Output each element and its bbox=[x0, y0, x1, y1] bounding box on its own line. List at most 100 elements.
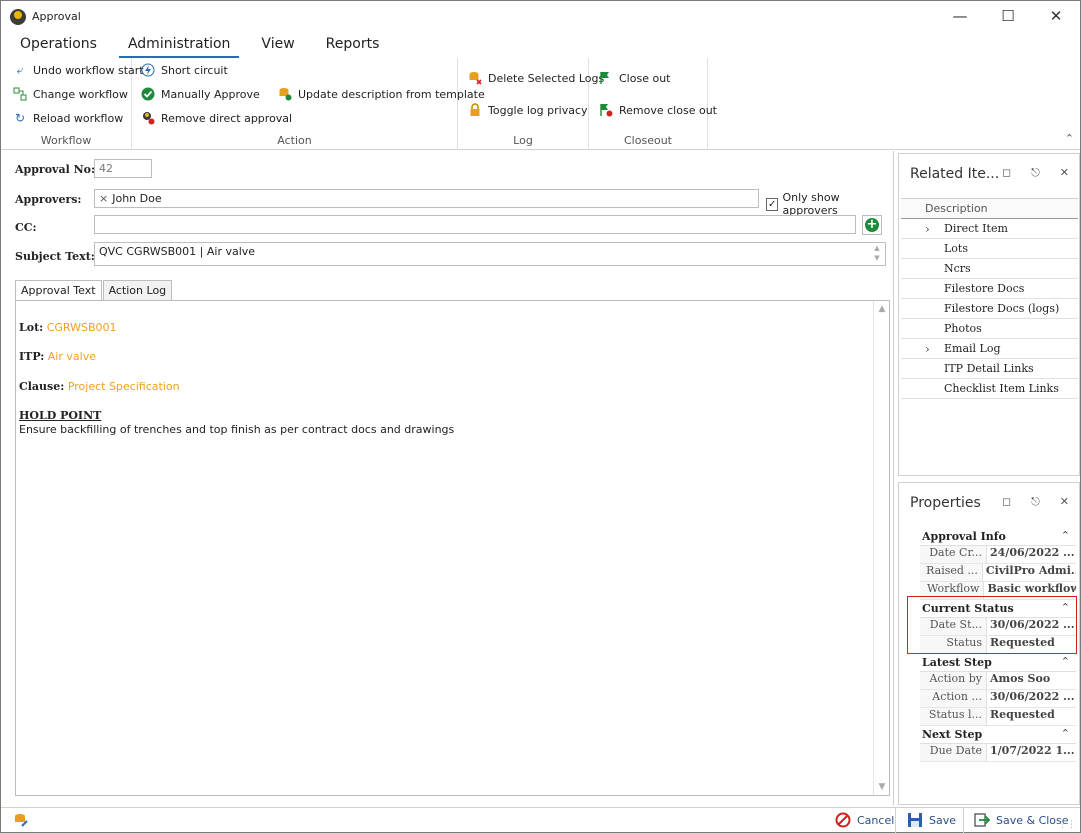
maximize-button[interactable]: ☐ bbox=[984, 1, 1032, 31]
pin-icon[interactable]: ⎋ bbox=[1031, 166, 1040, 180]
tab-administration[interactable]: Administration bbox=[118, 34, 240, 58]
finish-flag-icon bbox=[599, 71, 613, 85]
hold-point-heading: HOLD POINT bbox=[19, 409, 102, 422]
collapse-chevron-icon[interactable]: ⌃ bbox=[1061, 655, 1070, 668]
save-and-close-button[interactable]: Save & Close bbox=[974, 812, 1069, 828]
title-bar: Approval — ☐ ✕ bbox=[1, 1, 1080, 32]
workflow-change-icon bbox=[13, 87, 27, 101]
minimize-button[interactable]: — bbox=[936, 1, 984, 31]
ribbon-group-workflow: ⤶ Undo workflow start Change workflow ↻ … bbox=[1, 58, 144, 150]
float-panel-icon[interactable]: ◻ bbox=[1002, 166, 1011, 180]
editor-scrollbar[interactable]: ▲ ▼ bbox=[873, 301, 889, 795]
lock-icon bbox=[468, 103, 482, 117]
float-panel-icon[interactable]: ◻ bbox=[1002, 495, 1011, 509]
clause-link[interactable]: Project Specification bbox=[68, 380, 180, 393]
collapse-ribbon-icon[interactable]: ⌃ bbox=[1065, 132, 1074, 145]
remove-chip-icon[interactable]: × bbox=[99, 192, 108, 205]
tab-view[interactable]: View bbox=[252, 34, 303, 58]
cancel-button[interactable]: Cancel bbox=[835, 812, 894, 828]
related-item-filestore-docs-logs[interactable]: Filestore Docs (logs) bbox=[901, 299, 1078, 319]
lot-link[interactable]: CGRWSB001 bbox=[47, 321, 117, 334]
undo-workflow-start-button[interactable]: ⤶ Undo workflow start bbox=[13, 63, 144, 77]
expand-chevron-icon[interactable]: › bbox=[901, 222, 930, 236]
approval-no-field[interactable]: 42 bbox=[94, 159, 152, 178]
subject-text-field[interactable]: QVC CGRWSB001 | Air valve bbox=[94, 242, 886, 266]
template-update-icon bbox=[278, 87, 292, 101]
itp-link[interactable]: Air valve bbox=[48, 350, 96, 363]
close-out-button[interactable]: Close out bbox=[599, 71, 670, 85]
category-next-step[interactable]: Next Step ⌃ bbox=[920, 726, 1076, 744]
collapse-chevron-icon[interactable]: ⌃ bbox=[1061, 529, 1070, 542]
collapse-chevron-icon[interactable]: ⌃ bbox=[1061, 727, 1070, 740]
status-divider bbox=[895, 808, 896, 833]
hold-point-instruction: Ensure backfilling of trenches and top f… bbox=[19, 423, 455, 436]
cc-label: CC: bbox=[15, 221, 37, 234]
remove-close-out-button[interactable]: Remove close out bbox=[599, 103, 717, 117]
status-bar: Cancel Save Save & Close ⋮⋮ bbox=[1, 807, 1080, 833]
close-window-button[interactable]: ✕ bbox=[1032, 1, 1080, 31]
only-show-approvers-checkbox[interactable]: ✓ Only show approvers bbox=[766, 191, 893, 217]
approval-window: Approval — ☐ ✕ Operations Administration… bbox=[0, 0, 1081, 833]
plus-circle-icon: + bbox=[865, 217, 879, 232]
related-items-header: Related Ite... ◻ ⎋ ✕ bbox=[910, 166, 1069, 182]
ribbon-group-title-workflow: Workflow bbox=[40, 134, 92, 147]
description-column-header[interactable]: Description bbox=[901, 199, 1078, 219]
save-button[interactable]: Save bbox=[907, 812, 956, 828]
subject-spinner[interactable]: ▲ ▼ bbox=[869, 243, 885, 265]
property-row[interactable]: Action by Amos Soo bbox=[920, 672, 1076, 690]
related-item-itp-detail-links[interactable]: ITP Detail Links bbox=[901, 359, 1078, 379]
tab-action-log[interactable]: Action Log bbox=[102, 280, 173, 301]
properties-header: Properties ◻ ⎋ ✕ bbox=[910, 495, 1069, 511]
reload-icon: ↻ bbox=[14, 111, 26, 125]
property-row[interactable]: Due Date 1/07/2022 1... bbox=[920, 744, 1076, 762]
approval-text-editor[interactable]: Lot: CGRWSB001 ITP: Air valve Clause: Pr… bbox=[15, 300, 890, 796]
scroll-down-icon[interactable]: ▼ bbox=[874, 782, 890, 792]
delete-selected-logs-button[interactable]: Delete Selected Logs bbox=[468, 71, 604, 85]
window-controls: — ☐ ✕ bbox=[936, 1, 1080, 31]
toggle-log-privacy-button[interactable]: Toggle log privacy bbox=[468, 103, 588, 117]
update-description-button[interactable]: Update description from template bbox=[278, 87, 485, 101]
edit-template-icon[interactable] bbox=[13, 812, 29, 831]
menu-tabs: Operations Administration View Reports bbox=[11, 34, 401, 58]
short-circuit-button[interactable]: Short circuit bbox=[141, 63, 228, 77]
tab-reports[interactable]: Reports bbox=[317, 34, 389, 58]
related-item-ncrs[interactable]: Ncrs bbox=[901, 259, 1078, 279]
related-item-email-log[interactable]: › Email Log bbox=[901, 339, 1078, 359]
property-row[interactable]: Date Cr... 24/06/2022 ... bbox=[920, 546, 1076, 564]
properties-panel-buttons: ◻ ⎋ ✕ bbox=[1002, 495, 1069, 509]
close-panel-icon[interactable]: ✕ bbox=[1060, 495, 1069, 509]
resize-grip-icon[interactable]: ⋮⋮ bbox=[1058, 820, 1076, 830]
property-row[interactable]: Status l... Requested bbox=[920, 708, 1076, 726]
related-items-grid: Description › Direct Item Lots Ncrs Files… bbox=[901, 198, 1078, 399]
category-approval-info[interactable]: Approval Info ⌃ bbox=[920, 528, 1076, 546]
property-row[interactable]: Action ... 30/06/2022 ... bbox=[920, 690, 1076, 708]
current-status-highlight bbox=[907, 596, 1077, 654]
related-item-lots[interactable]: Lots bbox=[901, 239, 1078, 259]
related-item-direct-item[interactable]: › Direct Item bbox=[901, 219, 1078, 239]
scroll-up-icon[interactable]: ▲ bbox=[874, 304, 890, 314]
change-workflow-button[interactable]: Change workflow bbox=[13, 87, 128, 101]
approvers-label: Approvers: bbox=[15, 193, 82, 206]
cc-field[interactable] bbox=[94, 215, 856, 234]
tab-operations[interactable]: Operations bbox=[11, 34, 106, 58]
tab-approval-text[interactable]: Approval Text bbox=[15, 280, 102, 301]
lightning-icon bbox=[141, 63, 155, 77]
approval-no-label: Approval No: bbox=[15, 163, 96, 176]
expand-chevron-icon[interactable]: › bbox=[901, 342, 930, 356]
category-latest-step[interactable]: Latest Step ⌃ bbox=[920, 654, 1076, 672]
add-cc-button[interactable]: + bbox=[862, 215, 882, 235]
manually-approve-button[interactable]: Manually Approve bbox=[141, 87, 260, 101]
property-row[interactable]: Raised ... CivilPro Admi... bbox=[920, 564, 1076, 582]
remove-direct-approval-button[interactable]: Remove direct approval bbox=[141, 111, 292, 125]
clause-line: Clause: Project Specification bbox=[19, 380, 180, 393]
lot-line: Lot: CGRWSB001 bbox=[19, 321, 117, 334]
pin-icon[interactable]: ⎋ bbox=[1031, 495, 1040, 509]
approver-chip[interactable]: × John Doe bbox=[99, 192, 162, 205]
close-panel-icon[interactable]: ✕ bbox=[1060, 166, 1069, 180]
reload-workflow-button[interactable]: ↻ Reload workflow bbox=[13, 111, 123, 125]
related-item-photos[interactable]: Photos bbox=[901, 319, 1078, 339]
approvers-field[interactable]: × John Doe bbox=[94, 189, 759, 208]
related-item-filestore-docs[interactable]: Filestore Docs bbox=[901, 279, 1078, 299]
cancel-icon bbox=[835, 812, 851, 828]
related-item-checklist-item-links[interactable]: Checklist Item Links bbox=[901, 379, 1078, 399]
